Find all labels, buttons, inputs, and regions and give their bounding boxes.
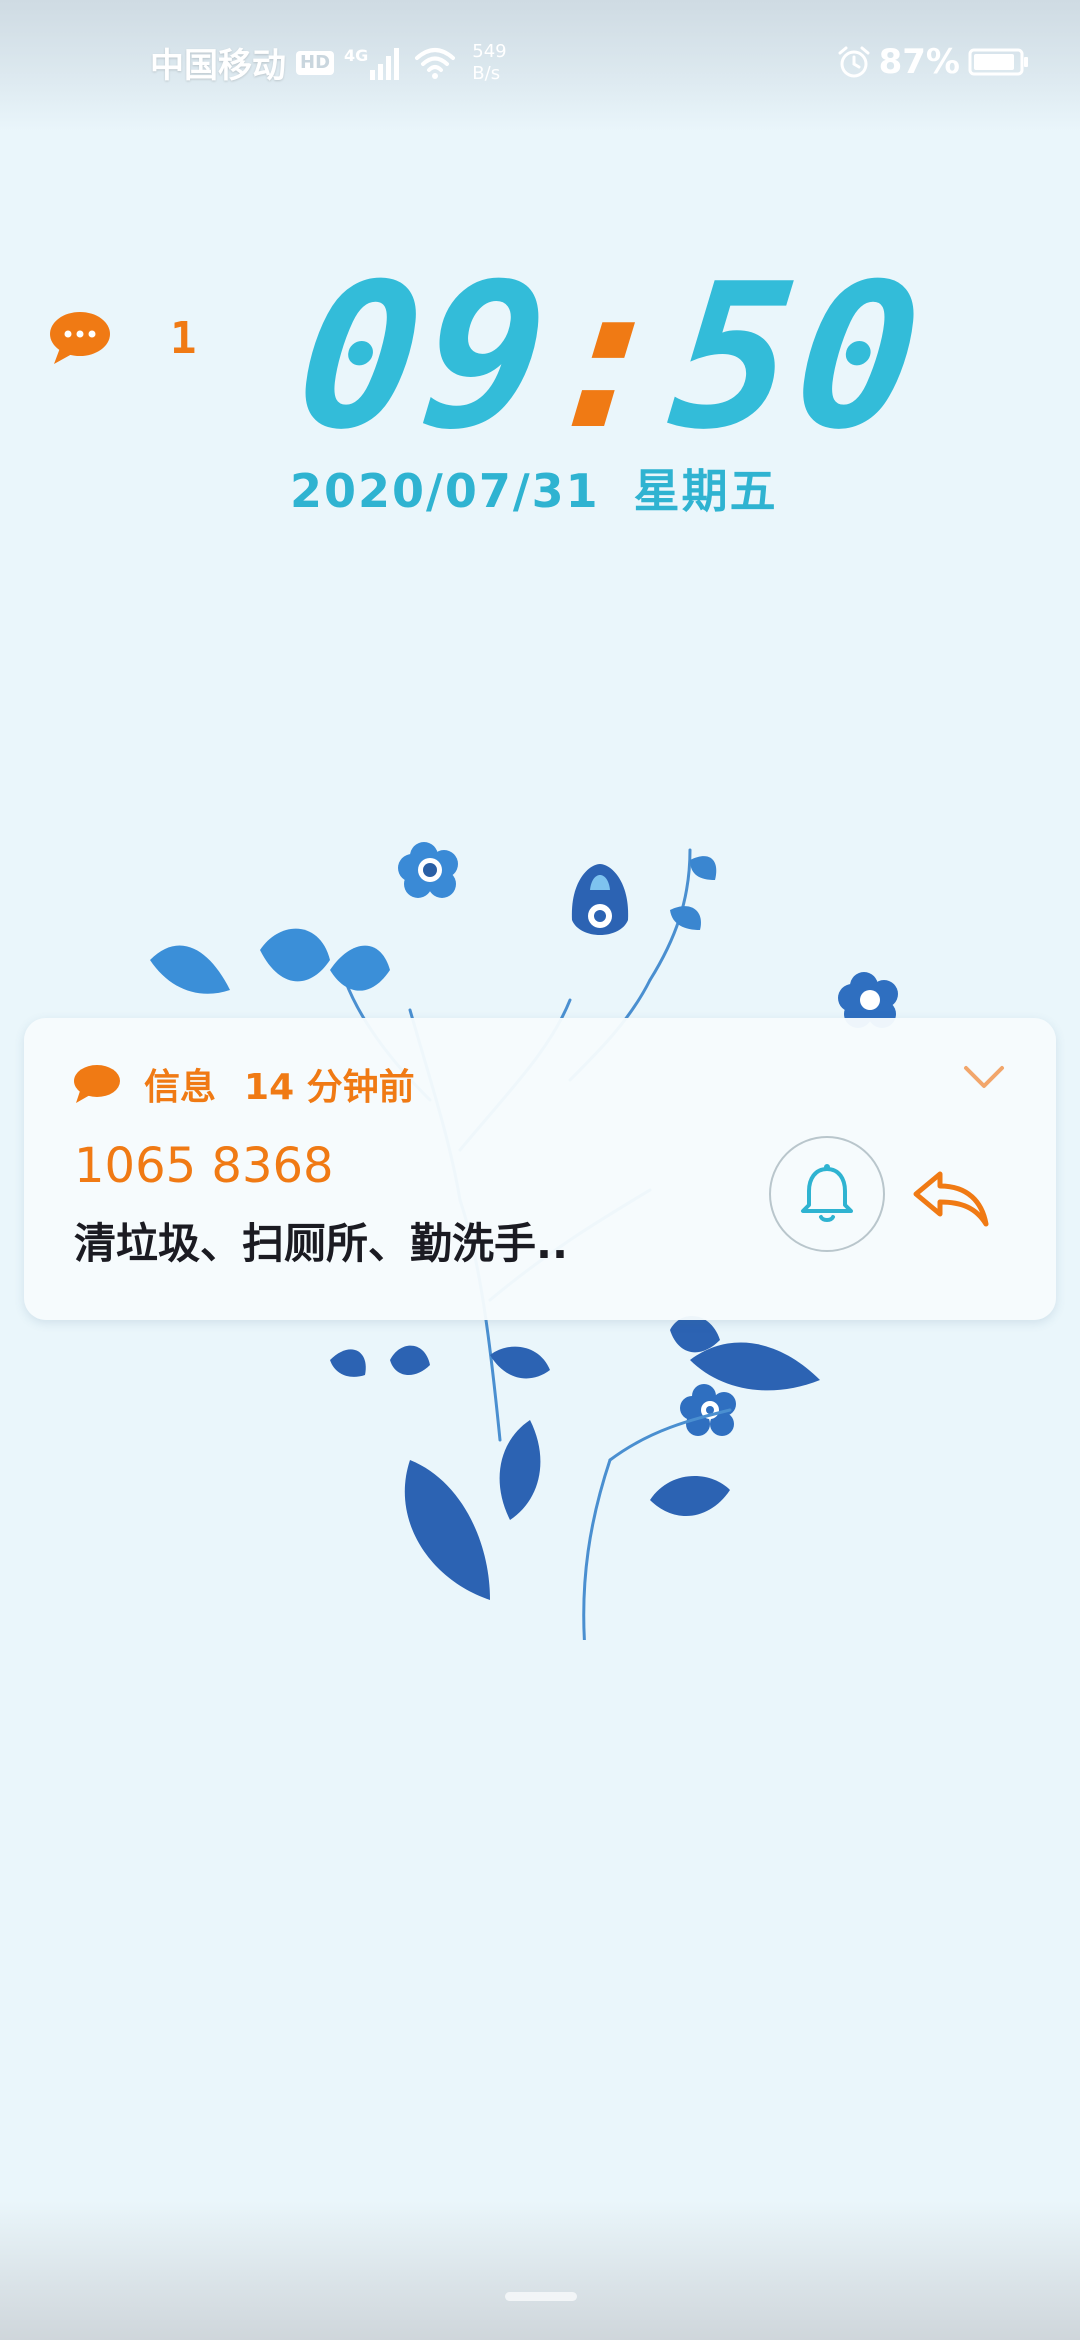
unread-messages-count: 1: [170, 312, 197, 364]
network-speed-unit: B/s: [472, 62, 501, 84]
bell-icon: [801, 1164, 853, 1222]
status-bar: 中国移动 HD 4G 549 B/s 87%: [0, 0, 1080, 130]
clock-hours: 09: [287, 241, 562, 474]
clock-minutes: 50: [661, 241, 935, 474]
lock-clock: 09:50: [288, 241, 935, 474]
date-text: 2020/07/31: [290, 464, 600, 518]
lock-date: 2020/07/31 星期五: [290, 455, 778, 521]
network-type-label: 4G: [344, 45, 369, 65]
status-bar-left: 中国移动 HD 4G 549 B/s: [150, 38, 507, 87]
network-type: 4G: [344, 46, 404, 80]
leaves-right: [670, 856, 717, 930]
message-notification-card[interactable]: 信息 14 分钟前 1065 8368 清垃圾、扫厕所、勤洗手..: [24, 1018, 1056, 1320]
hd-badge: HD: [296, 50, 335, 75]
chevron-down-icon[interactable]: [962, 1062, 1006, 1094]
reply-icon[interactable]: [910, 1166, 990, 1228]
mute-notification-button[interactable]: [769, 1136, 885, 1252]
message-bubble-icon: [74, 1065, 120, 1103]
alarm-icon: [838, 46, 870, 78]
weekday-text: 星期五: [633, 464, 778, 518]
flower-1: [398, 842, 458, 898]
carrier-name: 中国移动: [150, 46, 286, 86]
notification-time: 14 分钟前: [244, 1067, 415, 1108]
battery-icon: [968, 48, 1028, 76]
unread-messages-indicator[interactable]: 1: [48, 310, 197, 366]
flower-2: [571, 864, 629, 935]
signal-icon: [370, 47, 400, 80]
leaves-left: [150, 928, 390, 994]
wifi-icon: [415, 47, 456, 79]
notification-app-name: 信息: [144, 1067, 217, 1108]
leaves-lower: [330, 1316, 820, 1600]
battery-percent: 87%: [878, 42, 960, 82]
notification-sender: 1065 8368: [74, 1138, 334, 1194]
network-speed-value: 549: [472, 40, 507, 62]
notification-preview: 清垃圾、扫厕所、勤洗手..: [74, 1219, 568, 1268]
notification-header: 信息 14 分钟前: [72, 1058, 415, 1110]
clock-separator: :: [536, 241, 686, 474]
status-bar-right: 87%: [837, 42, 1030, 82]
home-gesture-handle[interactable]: [505, 2292, 577, 2301]
message-bubble-icon: [50, 312, 110, 364]
network-speed: 549 B/s: [472, 41, 506, 85]
